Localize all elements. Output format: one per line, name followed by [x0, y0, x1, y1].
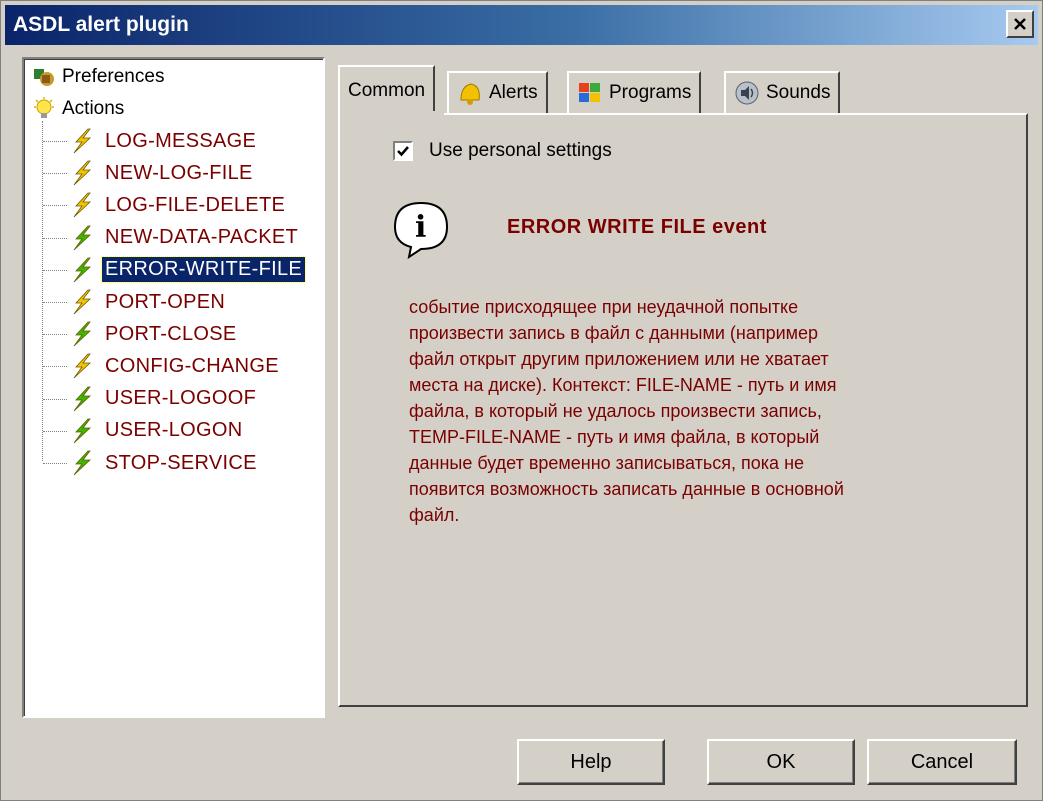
tree-item[interactable]: USER-LOGOOF [68, 383, 259, 415]
tree-item-label: LOG-FILE-DELETE [105, 193, 286, 216]
lightbulb-icon [34, 97, 54, 118]
tab-join [340, 111, 444, 117]
tab-common[interactable]: Common [338, 65, 436, 115]
tree-root-actions[interactable]: Actions [32, 93, 124, 125]
checkmark-icon [397, 146, 409, 157]
bell-icon [460, 83, 480, 105]
dialog-window: ASDL alert plugin Preferences Actions LO… [0, 0, 1043, 801]
lightning-bolt-icon [73, 386, 92, 411]
description-line: файла, в который не удалось произвести з… [409, 401, 822, 421]
tree-item[interactable]: NEW-DATA-PACKET [68, 222, 301, 254]
tree-item[interactable]: STOP-SERVICE [68, 447, 260, 479]
action-tree[interactable]: Preferences Actions LOG-MESSAGE NEW-LOG-F… [22, 57, 325, 718]
use-personal-settings-label[interactable]: Use personal settings [429, 140, 612, 162]
description-line: событие присходящее при неудачной попытк… [409, 297, 799, 317]
tree-connector [43, 173, 67, 175]
lightning-bolt-icon [73, 257, 92, 283]
tab-label: Programs [609, 82, 692, 103]
help-button[interactable]: Help [517, 739, 665, 785]
tree-connector [43, 366, 67, 368]
tree-connector [43, 237, 67, 239]
tab-label: Alerts [489, 82, 538, 103]
lightning-bolt-icon [73, 225, 92, 250]
preferences-icon [34, 69, 54, 86]
lightning-bolt-icon [73, 321, 92, 347]
lightning-bolt-icon [73, 289, 92, 315]
tree-connector [43, 334, 67, 336]
description-line: данные будет временно записываться, пока… [409, 453, 805, 473]
tree-item-label: NEW-DATA-PACKET [105, 226, 299, 249]
tree-item-label: USER-LOGOOF [105, 387, 257, 410]
lightning-bolt-icon [73, 418, 92, 444]
window-title: ASDL alert plugin [13, 13, 189, 36]
tree-item[interactable]: NEW-LOG-FILE [68, 157, 256, 189]
lightning-bolt-icon [73, 192, 92, 218]
windows-logo-icon [579, 83, 600, 102]
description-line: произвести запись в файл с данными (напр… [409, 323, 819, 343]
tree-item[interactable]: ERROR-WRITE-FILE [68, 254, 307, 286]
use-personal-settings-checkbox[interactable] [393, 141, 413, 161]
tree-connector [43, 205, 67, 207]
tree-item[interactable]: CONFIG-CHANGE [68, 350, 282, 382]
tab-label: Common [348, 80, 426, 101]
tree-connector [43, 269, 67, 271]
tree-item[interactable]: USER-LOGON [68, 415, 245, 447]
event-title: ERROR WRITE FILE event [507, 216, 767, 238]
ok-button[interactable]: OK [707, 739, 855, 785]
tree-connector [43, 141, 67, 142]
tree-item-label: USER-LOGON [105, 419, 243, 442]
tab-label: Sounds [766, 82, 831, 103]
description-line: файл открыт другим приложением или не хв… [409, 349, 829, 369]
description-line: TEMP-FILE-NAME - путь и имя файла, в кот… [409, 427, 820, 447]
lightning-bolt-icon [73, 128, 92, 154]
lightning-bolt-icon [73, 450, 92, 476]
lightning-bolt-icon [73, 160, 92, 186]
close-button[interactable] [1006, 10, 1034, 38]
title-bar[interactable]: ASDL alert plugin [5, 5, 1038, 45]
info-icon: i [393, 201, 449, 260]
tree-item[interactable]: PORT-CLOSE [68, 318, 240, 350]
description-line: файл. [409, 505, 460, 525]
tree-item[interactable]: PORT-OPEN [68, 286, 228, 318]
speaker-icon [735, 81, 759, 105]
tree-connector [43, 430, 67, 432]
tree-item[interactable]: LOG-MESSAGE [68, 125, 259, 157]
close-icon [1014, 18, 1026, 30]
tree-item-label: ERROR-WRITE-FILE [100, 256, 307, 284]
tree-item-label: CONFIG-CHANGE [105, 354, 279, 377]
tree-connector [43, 302, 67, 303]
tree-root-label: Preferences [62, 66, 165, 87]
tree-connector [42, 121, 43, 461]
tree-item-label: NEW-LOG-FILE [105, 161, 253, 184]
tree-item-label: PORT-CLOSE [105, 322, 237, 345]
event-description: событие присходящее при неудачной попытк… [409, 294, 969, 528]
tree-root-label: Actions [62, 98, 125, 119]
tree-item-label: PORT-OPEN [105, 290, 226, 313]
cancel-button[interactable]: Cancel [867, 739, 1017, 785]
description-line: появится возможность записать данные в о… [409, 479, 844, 499]
tree-connector [43, 398, 67, 400]
tree-item[interactable]: LOG-FILE-DELETE [68, 189, 288, 221]
tab-programs[interactable]: Programs [567, 71, 702, 113]
tree-root-preferences[interactable]: Preferences [32, 61, 164, 93]
lightning-bolt-icon [73, 353, 92, 379]
tree-connector [43, 463, 67, 464]
svg-text:i: i [415, 210, 426, 245]
description-line: места на диске). Контекст: FILE-NAME - п… [409, 375, 837, 395]
tab-alerts[interactable]: Alerts [447, 71, 548, 113]
tab-sounds[interactable]: Sounds [724, 71, 841, 113]
tree-item-label: LOG-MESSAGE [105, 129, 257, 152]
tree-item-label: STOP-SERVICE [105, 451, 257, 474]
